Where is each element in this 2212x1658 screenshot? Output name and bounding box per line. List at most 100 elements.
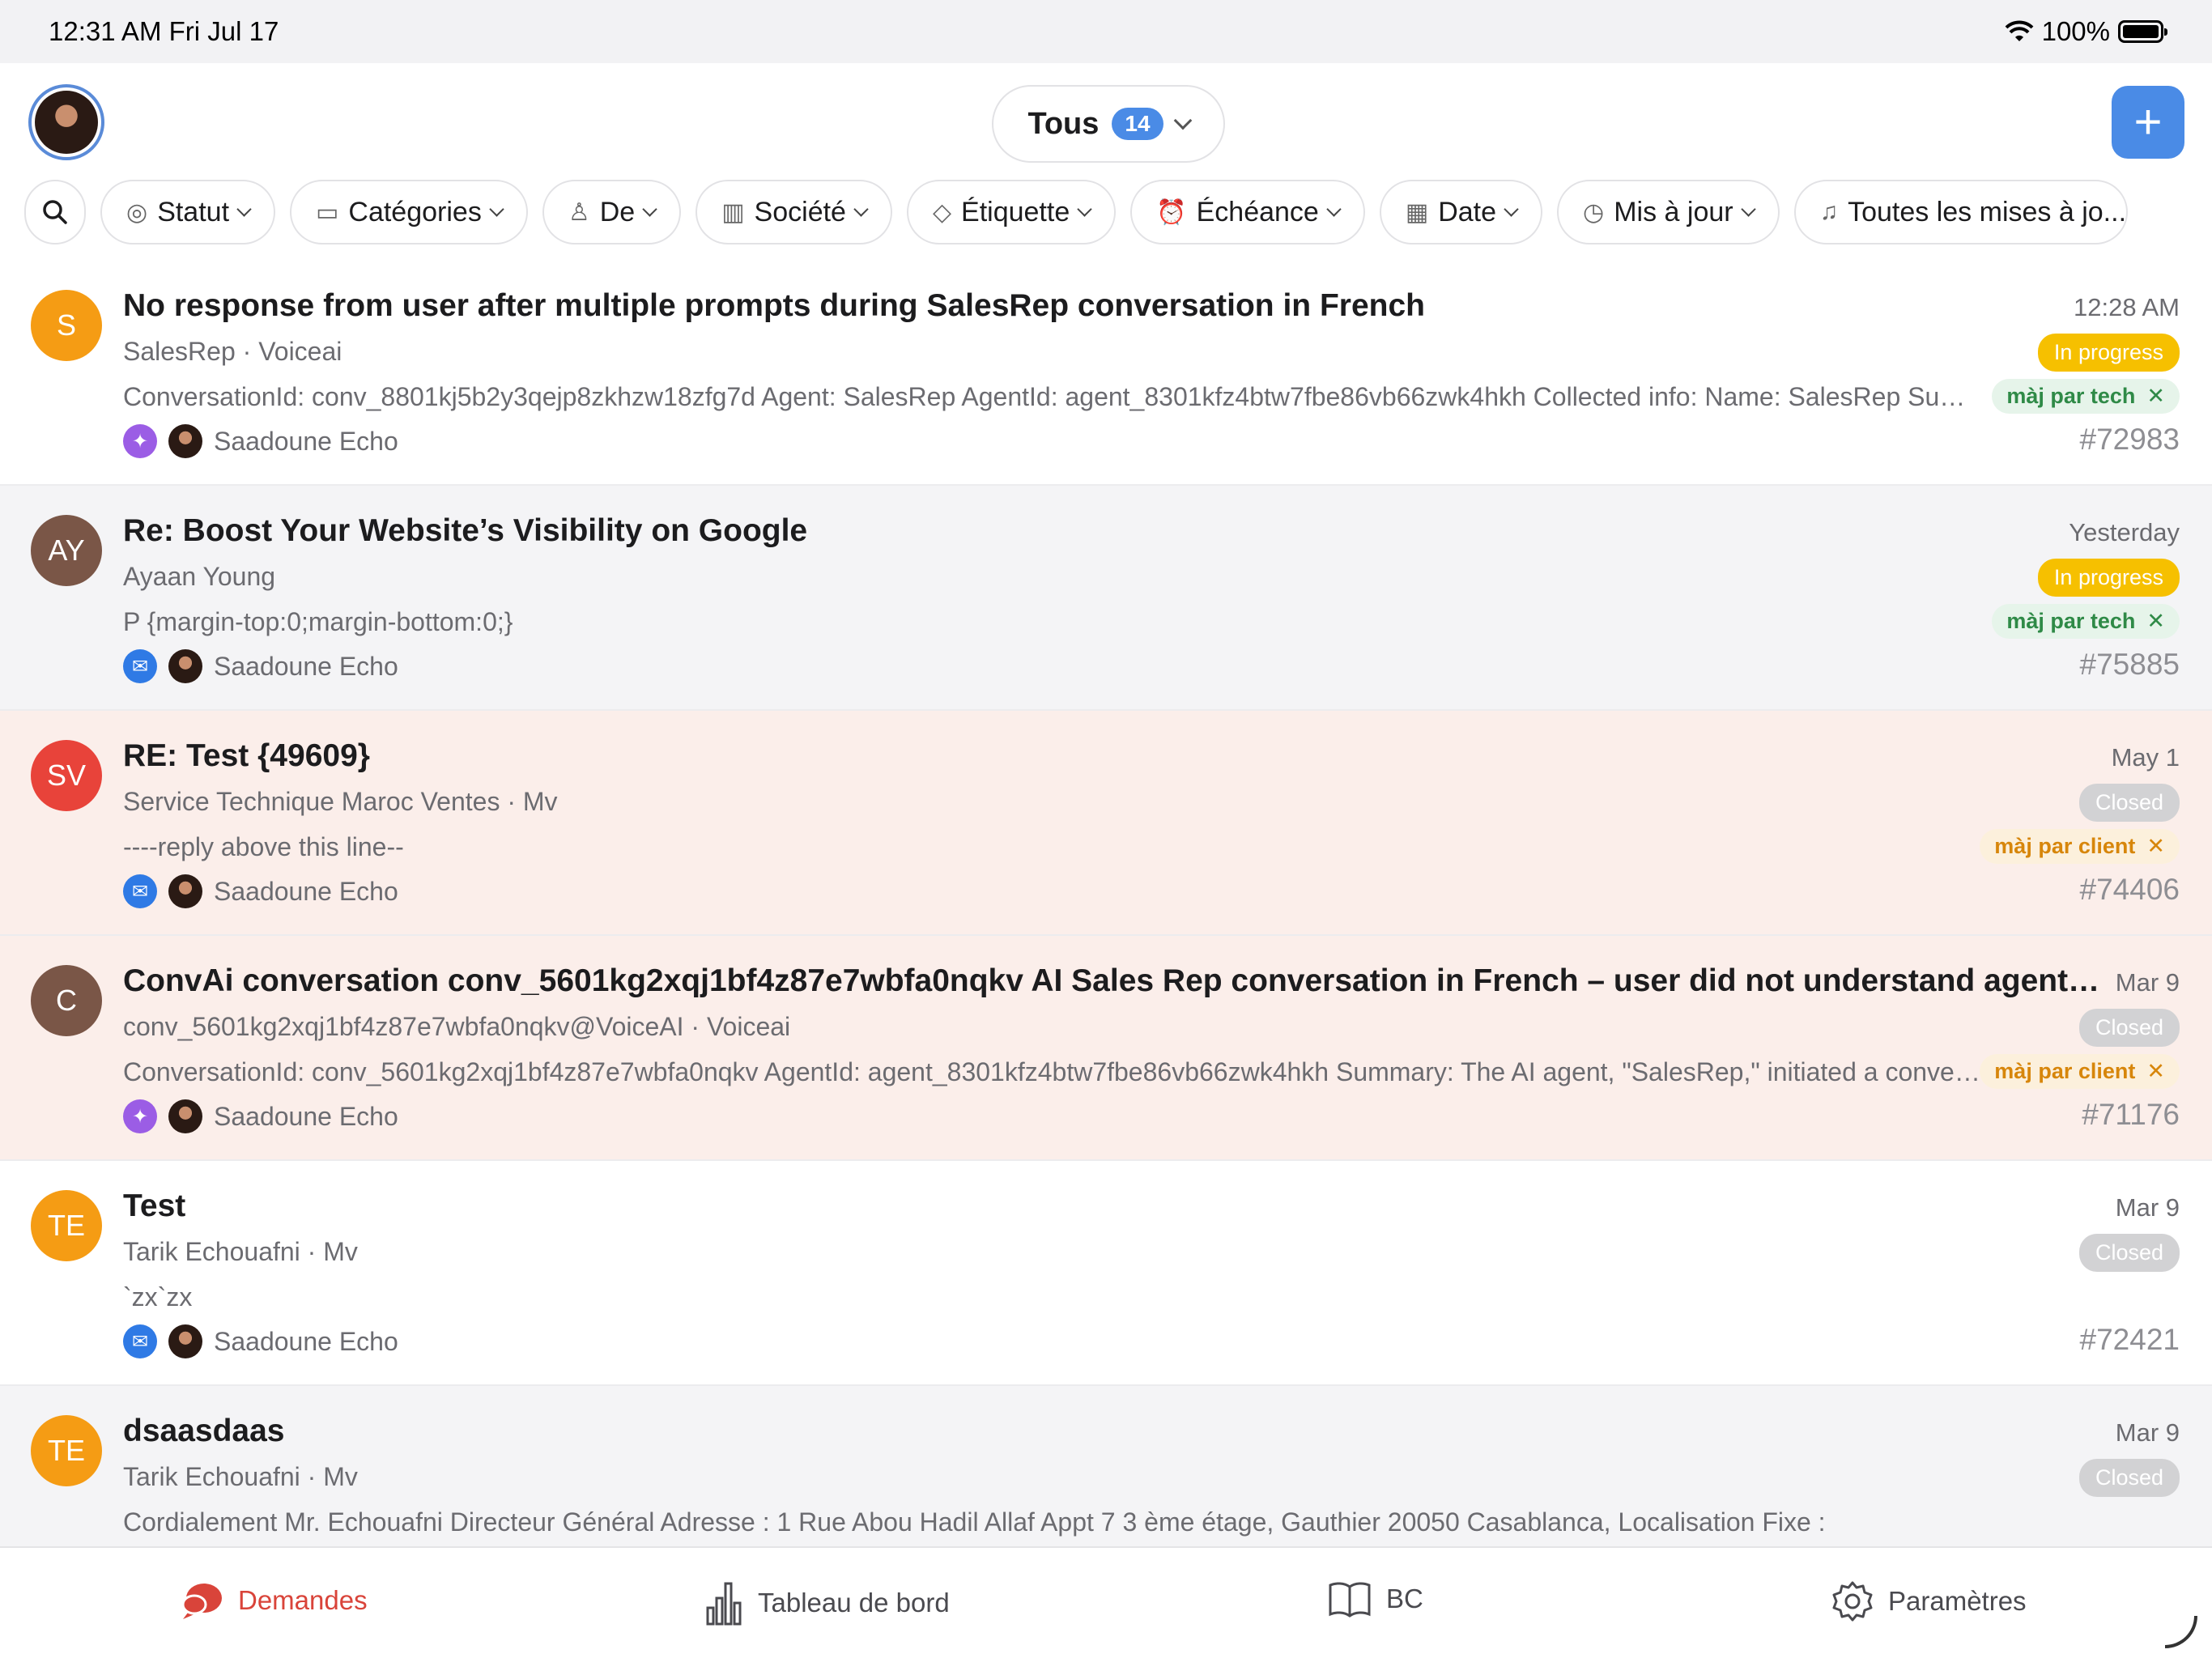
ticket-avatar: TE <box>31 1415 102 1486</box>
tab-bc[interactable]: BC <box>1328 1580 1423 1618</box>
tag-label: màj par client <box>1994 834 2136 858</box>
tag-chip[interactable]: màj par tech ✕ <box>1992 604 2180 639</box>
filter-statut[interactable]: ◎ Statut <box>100 180 276 244</box>
ticket-preview: P {margin-top:0;margin-bottom:0;} <box>123 607 513 636</box>
ticket-requester: conv_5601kg2xqj1bf4z87e7wbfa0nqkv@VoiceA… <box>123 1012 791 1041</box>
ticket-id: #72421 <box>2079 1323 2180 1356</box>
tag-label: màj par tech <box>2006 609 2136 633</box>
mail-icon: ✉ <box>123 649 157 683</box>
filter-label: Mis à jour <box>1614 196 1733 227</box>
ticket-assignee: ✦ Saadoune Echo <box>123 424 398 458</box>
mail-icon: ✉ <box>123 874 157 908</box>
filter-updates[interactable]: ♫ Toutes les mises à jo... <box>1793 180 2129 244</box>
assignee-name: Saadoune Echo <box>214 1101 398 1131</box>
ticket-id: #71176 <box>2082 1098 2180 1131</box>
plus-icon: + <box>2133 95 2163 149</box>
filter-societe[interactable]: ▥ Société <box>696 180 892 244</box>
tag-label: màj par client <box>1994 1059 2136 1083</box>
ticket-requester: Tarik Echouafni · Mv <box>123 1237 358 1266</box>
ticket-date: 12:28 AM <box>2074 293 2180 321</box>
ticket-title: Re: Boost Your Website’s Visibility on G… <box>123 513 808 548</box>
status-badge: Closed <box>2078 1459 2180 1497</box>
tab-label: Tableau de bord <box>758 1588 950 1618</box>
ticket-id: #75885 <box>2079 648 2180 681</box>
filter-label: Date <box>1438 196 1497 227</box>
ticket-row[interactable]: TE Test Tarik Echouafni · Mv `zx`zx ✉ Saado… <box>0 1161 2212 1386</box>
ticket-row[interactable]: C ConvAi conversation conv_5601kg2xqj1bf4… <box>0 936 2212 1161</box>
profile-avatar[interactable] <box>28 84 104 160</box>
assignee-name: Saadoune Echo <box>214 876 398 906</box>
assignee-avatar <box>168 874 202 908</box>
filter-label: Toutes les mises à jo... <box>1848 196 2127 227</box>
user-icon: ♙ <box>568 198 590 226</box>
close-icon[interactable]: ✕ <box>2146 609 2165 634</box>
close-icon[interactable]: ✕ <box>2146 1059 2165 1084</box>
new-ticket-button[interactable]: + <box>2112 86 2184 159</box>
ticket-list: S No response from user after multiple pr… <box>0 261 2212 1611</box>
tab-bar: Demandes Tableau de bord BC Paramètres <box>0 1546 2212 1658</box>
filter-label: Statut <box>157 196 230 227</box>
gear-icon <box>1832 1581 1873 1622</box>
ticket-requester: Tarik Echouafni · Mv <box>123 1462 358 1491</box>
filter-label: Échéance <box>1196 196 1319 227</box>
ticket-title: Test <box>123 1188 186 1223</box>
tab-label: Paramètres <box>1888 1586 2027 1616</box>
ticket-row[interactable]: S No response from user after multiple pr… <box>0 261 2212 486</box>
filter-categories[interactable]: ▭ Catégories <box>290 180 528 244</box>
filter-date[interactable]: ▦ Date <box>1379 180 1543 244</box>
close-icon[interactable]: ✕ <box>2146 384 2165 409</box>
ticket-row[interactable]: AY Re: Boost Your Website’s Visibility on… <box>0 486 2212 711</box>
ticket-assignee: ✉ Saadoune Echo <box>123 649 398 683</box>
assignee-avatar <box>168 1099 202 1133</box>
tab-parametres[interactable]: Paramètres <box>1831 1580 2027 1622</box>
tab-tableau-de-bord[interactable]: Tableau de bord <box>704 1580 950 1626</box>
status-bar: 12:31 AM Fri Jul 17 100% <box>0 0 2212 63</box>
assignee-name: Saadoune Echo <box>214 1326 398 1356</box>
folder-icon: ▭ <box>316 198 339 226</box>
tab-demandes[interactable]: Demandes <box>180 1580 368 1621</box>
ticket-title: ConvAi conversation conv_5601kg2xqj1bf4z… <box>123 963 2107 998</box>
tag-chip[interactable]: màj par client ✕ <box>1980 1054 2180 1089</box>
wifi-icon <box>2005 20 2033 41</box>
filter-mis-a-jour[interactable]: ◷ Mis à jour <box>1557 180 1780 244</box>
assignee-name: Saadoune Echo <box>214 426 398 456</box>
tab-label: BC <box>1386 1584 1423 1613</box>
filter-label: De <box>599 196 636 227</box>
filter-de[interactable]: ♙ De <box>542 180 682 244</box>
tag-chip[interactable]: màj par client ✕ <box>1980 829 2180 864</box>
ticket-requester: SalesRep · Voiceai <box>123 337 342 366</box>
close-icon[interactable]: ✕ <box>2146 834 2165 859</box>
ticket-title: RE: Test {49609} <box>123 738 370 773</box>
book-icon <box>1329 1582 1371 1618</box>
ticket-preview: ConversationId: conv_5601kg2xqj1bf4z87e7… <box>123 1057 1985 1086</box>
chevron-down-icon <box>1077 201 1092 217</box>
chevron-down-icon <box>1326 201 1342 217</box>
battery-percent: 100% <box>2041 16 2110 46</box>
ticket-row[interactable]: SV RE: Test {49609} Service Technique Maro… <box>0 711 2212 936</box>
ticket-date: May 1 <box>2111 743 2180 772</box>
ticket-avatar: C <box>31 965 102 1036</box>
ticket-preview: ConversationId: conv_8801kj5b2y3qejp8zkh… <box>123 382 1985 411</box>
search-icon <box>43 200 67 224</box>
assignee-name: Saadoune Echo <box>214 651 398 681</box>
ticket-requester: Ayaan Young <box>123 562 276 591</box>
status-badge: Closed <box>2078 1234 2180 1272</box>
tag-chip[interactable]: màj par tech ✕ <box>1992 379 2180 414</box>
header: Tous 14 + <box>0 63 2212 176</box>
assignee-avatar <box>168 649 202 683</box>
status-right: 100% <box>2005 16 2167 47</box>
assignee-avatar <box>168 424 202 458</box>
ticket-title: dsaasdaas <box>123 1414 285 1448</box>
ticket-date: Yesterday <box>2069 518 2180 546</box>
view-selector-button[interactable]: Tous 14 <box>992 85 1225 163</box>
ticket-date: Mar 9 <box>2115 1418 2180 1447</box>
ticket-preview: `zx`zx <box>123 1282 193 1312</box>
search-button[interactable] <box>24 180 86 244</box>
filter-label: Étiquette <box>961 196 1070 227</box>
tag-label: màj par tech <box>2006 384 2136 408</box>
filter-echeance[interactable]: ⏰ Échéance <box>1130 180 1365 244</box>
mail-icon: ✉ <box>123 1324 157 1358</box>
filter-etiquette[interactable]: ◇ Étiquette <box>906 180 1117 244</box>
filter-label: Catégories <box>348 196 482 227</box>
view-count-badge: 14 <box>1112 108 1163 140</box>
